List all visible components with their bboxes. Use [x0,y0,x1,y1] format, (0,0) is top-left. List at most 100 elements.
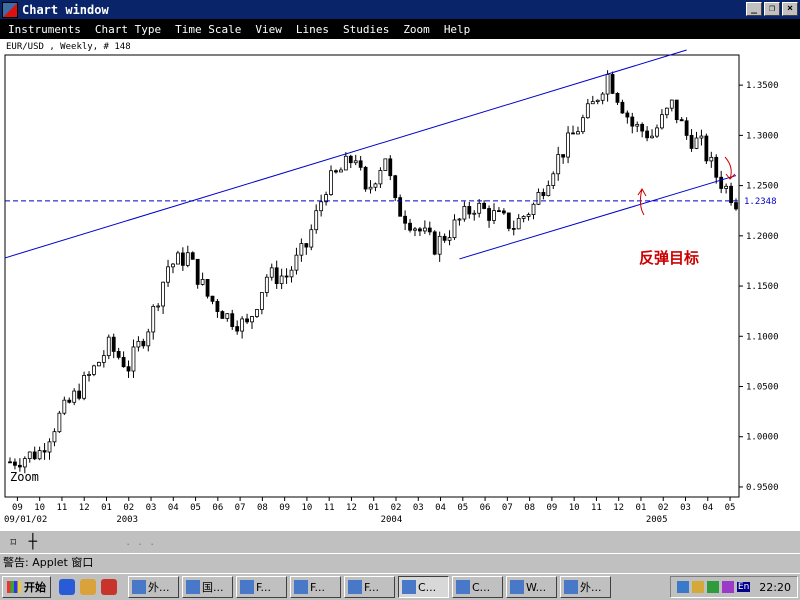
taskbar-item[interactable]: 外... [560,576,611,598]
volume-icon[interactable] [691,581,704,593]
candle-body [630,116,635,127]
rebound-target-annotation: 反弹目标 [639,249,699,267]
candle-body [590,101,595,105]
menu-time-scale[interactable]: Time Scale [175,23,241,36]
candle-body [353,160,358,164]
chart-area[interactable]: EUR/USD , Weekly, # 148 1.3500 1.3000 1.25… [0,39,800,531]
candle-body [111,336,116,352]
menu-bar: Instruments Chart Type Time Scale View L… [0,19,800,39]
candle-body [408,222,412,231]
candle-body [67,399,72,403]
network-icon[interactable] [676,581,689,593]
candle-body [709,156,714,162]
candle-body [37,450,42,460]
candle-body [462,206,467,220]
plot-frame [4,54,740,498]
candle-body [136,340,141,348]
taskbar-item[interactable]: C... [398,576,449,598]
menu-lines[interactable]: Lines [296,23,329,36]
menu-view[interactable]: View [255,23,282,36]
candle-body [645,130,650,139]
candle-body [32,451,37,460]
tray-app-icon[interactable] [721,581,734,593]
candle-body [477,202,482,214]
menu-instruments[interactable]: Instruments [8,23,81,36]
language-indicator[interactable]: En [736,582,751,592]
candle-body [141,340,146,347]
taskbar-item[interactable]: W... [506,576,557,598]
candle-body [200,279,205,285]
x-year-label: 2004 [381,515,403,525]
candle-body [279,275,284,285]
candle-body [121,356,126,368]
taskbar-item[interactable]: 外... [128,576,179,598]
cross-tool-button[interactable]: ┼ [29,534,37,550]
candle-body [605,74,610,95]
x-tick-label: 06 [480,503,491,513]
candle-body [580,117,585,133]
chart-toolbar: ⌑ ┼ . . . [0,531,800,553]
candle-body [131,346,136,372]
task-label: C... [418,580,437,594]
taskbar-item[interactable]: F... [236,576,287,598]
candle-body [571,132,575,135]
x-tick-label: 11 [57,503,68,513]
maximize-button[interactable]: ❐ [764,2,780,16]
start-button[interactable]: 开始 [2,576,51,598]
candle-body [551,173,556,186]
candle-body [561,154,566,158]
y-tick-label: 1.0500 [746,383,779,393]
candle-body [487,208,491,221]
y-tick-label: 0.9500 [746,483,779,493]
y-tick-label: 1.3000 [746,131,779,141]
x-tick-label: 04 [702,503,713,513]
candle-body [230,313,235,327]
candle-body [516,218,521,230]
candle-body [205,279,210,297]
y-tick-label: 1.2500 [746,182,779,192]
taskbar-item[interactable]: F... [344,576,395,598]
candle-body [521,216,526,219]
candle-body [304,243,309,248]
minimize-button[interactable]: _ [746,2,762,16]
media-icon[interactable] [101,579,117,595]
crosshair-tool-button[interactable]: ⌑ [10,536,17,549]
candle-body [156,305,161,308]
task-label: 外... [580,581,602,594]
candle-body [650,135,654,139]
candle-body [210,295,215,302]
taskbar-item[interactable]: F... [290,576,341,598]
candle-body [467,206,472,215]
x-tick-label: 08 [524,503,535,513]
taskbar-item[interactable]: 国... [182,576,233,598]
candle-body [368,186,373,190]
candle-body [492,210,496,221]
candle-body [427,227,432,233]
taskbar: 开始 外... 国... F... F... F... C... C... W... 外... … [0,573,800,600]
close-button[interactable]: × [782,2,798,16]
qq-icon[interactable] [706,581,719,593]
candle-body [729,185,733,203]
candle-body [699,135,704,139]
candle-body [432,231,437,255]
ie-icon[interactable] [59,579,75,595]
y-tick-label: 1.1500 [746,282,779,292]
task-icon [456,580,470,594]
menu-studies[interactable]: Studies [343,23,389,36]
taskbar-item[interactable]: C... [452,576,503,598]
menu-zoom[interactable]: Zoom [403,23,430,36]
y-tick-label: 1.0000 [746,433,779,443]
x-year-label: 2003 [116,515,138,525]
x-tick-label: 10 [34,503,45,513]
candle-body [615,92,620,103]
x-tick-label: 01 [101,503,112,513]
menu-chart-type[interactable]: Chart Type [95,23,161,36]
candle-body [314,210,319,231]
x-tick-label: 05 [457,503,468,513]
candle-body [511,228,516,230]
folder-icon[interactable] [80,579,96,595]
candlestick-chart[interactable]: 1.3500 1.3000 1.2500 1.2000 1.1500 1.1000 1.05… [0,39,800,531]
candle-body [595,99,600,102]
candle-body [161,281,166,307]
menu-help[interactable]: Help [444,23,471,36]
